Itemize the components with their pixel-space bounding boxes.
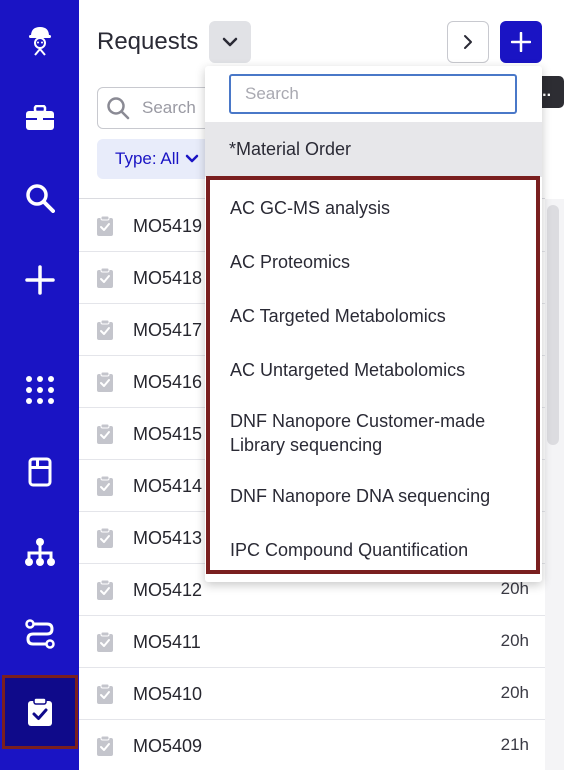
create-button[interactable] [500,21,542,63]
hierarchy-icon [24,538,55,566]
clipboard-check-icon [97,319,113,340]
request-id: MO5410 [133,684,203,704]
request-age: 20h [500,683,529,702]
request-age: 21h [500,735,529,754]
type-filter-label: Type: All [115,149,180,168]
next-button[interactable] [447,21,489,63]
request-id: MO5415 [133,424,203,444]
clipboard-check-icon [97,735,113,756]
table-row[interactable]: MO5411 20h [79,616,545,668]
nav-workflow[interactable] [0,604,79,664]
app-window: Requests Search Type: All MO5419 MO5418 … [0,0,564,770]
request-id: MO5412 [133,580,203,600]
request-id: MO5416 [133,372,203,392]
chevron-down-icon [186,154,199,163]
clipboard-check-icon [97,683,113,704]
dropdown-item[interactable]: AC Proteomics [230,250,530,274]
request-type-dropdown: *Material Order AC GC-MS analysis AC Pro… [205,66,542,582]
request-id: MO5413 [133,528,203,548]
title-dropdown-button[interactable] [209,21,251,63]
clipboard-check-icon [97,475,113,496]
mascot-icon [28,27,51,56]
request-id: MO5417 [133,320,203,340]
dropdown-item[interactable]: IPC Compound Quantification [230,538,530,562]
clipboard-check-icon [97,527,113,548]
dropdown-item[interactable]: AC GC-MS analysis [230,196,530,220]
search-icon [107,97,130,120]
clipboard-check-icon [97,579,113,600]
dropdown-item[interactable]: AC Untargeted Metabolomics [230,358,530,382]
dropdown-item[interactable]: DNF Nanopore DNA sequencing [230,484,530,508]
clipboard-check-icon [28,697,52,726]
nav-notebook[interactable] [0,442,79,502]
dropdown-item-material-order[interactable]: *Material Order [205,122,542,177]
highlighted-request-types: AC GC-MS analysis AC Proteomics AC Targe… [206,176,540,574]
dropdown-item-label: *Material Order [229,139,352,159]
request-age: 20h [500,631,529,650]
search-placeholder: Search [142,98,196,117]
nav-requests[interactable] [2,675,78,749]
workflow-icon [24,619,55,649]
request-id: MO5409 [133,736,203,756]
page-title: Requests [97,28,199,55]
clipboard-check-icon [97,215,113,236]
nav-hierarchy[interactable] [0,522,79,582]
clipboard-check-icon [97,631,113,652]
dropdown-item[interactable]: DNF Nanopore Customer-made Library seque… [230,409,530,457]
request-age: 20h [500,579,529,598]
clipboard-check-icon [97,423,113,444]
plus-icon [511,32,531,52]
notebook-icon [28,457,51,487]
briefcase-icon [25,105,54,130]
request-id: MO5418 [133,268,203,288]
apps-grid-icon [25,376,54,404]
search-icon [25,184,55,213]
table-row[interactable]: MO5410 20h [79,668,545,720]
table-row[interactable]: MO5409 21h [79,720,545,770]
chevron-down-icon [222,37,238,47]
scrollbar-thumb[interactable] [547,205,559,445]
dropdown-item[interactable]: AC Targeted Metabolomics [230,304,530,328]
nav-apps[interactable] [0,360,79,420]
request-id: MO5411 [133,632,201,652]
clipboard-check-icon [97,267,113,288]
nav-home[interactable] [0,10,79,70]
plus-icon [24,265,55,295]
clipboard-check-icon [97,371,113,392]
nav-search[interactable] [0,168,79,228]
nav-projects[interactable] [0,88,79,148]
request-id: MO5419 [133,216,203,236]
nav-create[interactable] [0,250,79,310]
sidebar [0,0,79,770]
dropdown-search-input[interactable] [229,74,517,114]
request-id: MO5414 [133,476,203,496]
chevron-right-icon [464,35,472,49]
